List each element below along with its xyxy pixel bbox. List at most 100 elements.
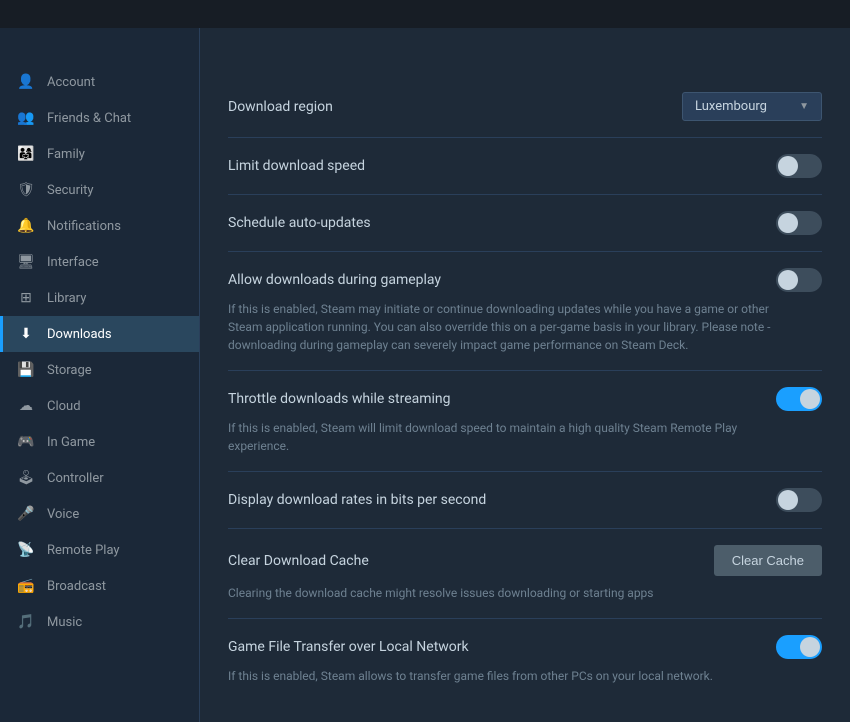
setting-row-schedule-auto-updates: Schedule auto-updates [228,195,822,252]
setting-description-throttle-downloads-while-streaming: If this is enabled, Steam will limit dow… [228,419,788,455]
toggle-limit-download-speed[interactable] [776,154,822,178]
sidebar-item-label-friends-chat: Friends & Chat [47,111,131,126]
setting-label-allow-downloads-during-gameplay: Allow downloads during gameplay [228,272,441,288]
title-bar [0,0,850,28]
storage-icon: 💾 [17,361,35,379]
sidebar-item-label-cloud: Cloud [47,399,81,414]
sidebar-item-remote-play[interactable]: 📡 Remote Play [0,532,199,568]
toggle-thumb-allow-downloads-during-gameplay [778,270,798,290]
minimize-button[interactable] [770,6,786,22]
music-icon: 🎵 [17,613,35,631]
interface-icon: 🖥 [17,253,35,271]
toggle-throttle-downloads-while-streaming[interactable] [776,387,822,411]
setting-main-download-region: Download region Luxembourg ▼ [228,92,822,121]
toggle-thumb-game-file-transfer [800,637,820,657]
toggle-schedule-auto-updates[interactable] [776,211,822,235]
setting-description-game-file-transfer: If this is enabled, Steam allows to tran… [228,667,788,685]
toggle-thumb-display-download-rates [778,490,798,510]
sidebar-item-label-broadcast: Broadcast [47,579,106,594]
broadcast-icon: 📻 [17,577,35,595]
setting-label-display-download-rates: Display download rates in bits per secon… [228,492,486,508]
sidebar-item-notifications[interactable]: 🔔 Notifications [0,208,199,244]
toggle-thumb-limit-download-speed [778,156,798,176]
sidebar-item-account[interactable]: 👤 Account [0,64,199,100]
sidebar-item-storage[interactable]: 💾 Storage [0,352,199,388]
dropdown-value-download-region: Luxembourg [695,99,767,114]
sidebar-items-container: 👤 Account 👥 Friends & Chat 👨‍👩‍👧 Family 🛡 Secur… [0,64,199,640]
setting-row-game-file-transfer: Game File Transfer over Local Network If … [228,619,822,701]
downloads-icon: ⬇ [17,325,35,343]
close-button[interactable] [826,6,842,22]
voice-icon: 🎤 [17,505,35,523]
setting-main-throttle-downloads-while-streaming: Throttle downloads while streaming [228,387,822,411]
content-area: Download region Luxembourg ▼ Limit download… [200,28,850,722]
sidebar-item-label-voice: Voice [47,507,79,522]
sidebar-item-family[interactable]: 👨‍👩‍👧 Family [0,136,199,172]
sidebar-title [0,38,199,64]
library-icon: ⊞ [17,289,35,307]
sidebar-item-voice[interactable]: 🎤 Voice [0,496,199,532]
setting-label-download-region: Download region [228,99,333,115]
sidebar-item-label-account: Account [47,75,95,90]
setting-row-download-region: Download region Luxembourg ▼ [228,76,822,138]
cloud-icon: ☁ [17,397,35,415]
toggle-thumb-throttle-downloads-while-streaming [800,389,820,409]
sidebar-item-label-storage: Storage [47,363,92,378]
sidebar-item-label-remote-play: Remote Play [47,543,120,558]
notifications-icon: 🔔 [17,217,35,235]
sidebar-item-label-controller: Controller [47,471,104,486]
setting-label-game-file-transfer: Game File Transfer over Local Network [228,639,469,655]
sidebar-item-cloud[interactable]: ☁ Cloud [0,388,199,424]
setting-description-allow-downloads-during-gameplay: If this is enabled, Steam may initiate o… [228,300,788,354]
toggle-game-file-transfer[interactable] [776,635,822,659]
sidebar-item-label-security: Security [47,183,94,198]
sidebar-item-interface[interactable]: 🖥 Interface [0,244,199,280]
setting-label-limit-download-speed: Limit download speed [228,158,365,174]
sidebar-item-label-library: Library [47,291,86,306]
toggle-thumb-schedule-auto-updates [778,213,798,233]
sidebar-item-label-in-game: In Game [47,435,95,450]
sidebar-item-in-game[interactable]: 🎮 In Game [0,424,199,460]
sidebar-item-label-notifications: Notifications [47,219,121,234]
main-layout: 👤 Account 👥 Friends & Chat 👨‍👩‍👧 Family 🛡 Secur… [0,28,850,722]
sidebar-item-label-family: Family [47,147,85,162]
toggle-display-download-rates[interactable] [776,488,822,512]
setting-label-throttle-downloads-while-streaming: Throttle downloads while streaming [228,391,451,407]
setting-label-clear-download-cache: Clear Download Cache [228,553,369,569]
setting-row-throttle-downloads-while-streaming: Throttle downloads while streaming If thi… [228,371,822,472]
account-icon: 👤 [17,73,35,91]
sidebar-item-label-downloads: Downloads [47,327,112,342]
in-game-icon: 🎮 [17,433,35,451]
setting-main-game-file-transfer: Game File Transfer over Local Network [228,635,822,659]
chevron-down-icon: ▼ [799,101,809,112]
setting-row-limit-download-speed: Limit download speed [228,138,822,195]
sidebar-item-controller[interactable]: 🕹Controller [0,460,199,496]
dropdown-download-region[interactable]: Luxembourg ▼ [682,92,822,121]
setting-label-schedule-auto-updates: Schedule auto-updates [228,215,371,231]
toggle-allow-downloads-during-gameplay[interactable] [776,268,822,292]
remote-play-icon: 📡 [17,541,35,559]
sidebar-item-label-music: Music [47,615,82,630]
setting-main-allow-downloads-during-gameplay: Allow downloads during gameplay [228,268,822,292]
sidebar-item-label-interface: Interface [47,255,99,270]
setting-description-clear-download-cache: Clearing the download cache might resolv… [228,584,788,602]
setting-row-allow-downloads-during-gameplay: Allow downloads during gameplay If this i… [228,252,822,371]
family-icon: 👨‍👩‍👧 [17,145,35,163]
sidebar-item-broadcast[interactable]: 📻 Broadcast [0,568,199,604]
sidebar-item-library[interactable]: ⊞ Library [0,280,199,316]
setting-main-limit-download-speed: Limit download speed [228,154,822,178]
setting-main-display-download-rates: Display download rates in bits per secon… [228,488,822,512]
sidebar-item-downloads[interactable]: ⬇ Downloads [0,316,199,352]
sidebar-item-security[interactable]: 🛡 Security [0,172,199,208]
friends-chat-icon: 👥 [17,109,35,127]
maximize-button[interactable] [798,6,814,22]
sidebar-item-friends-chat[interactable]: 👥 Friends & Chat [0,100,199,136]
sidebar: 👤 Account 👥 Friends & Chat 👨‍👩‍👧 Family 🛡 Secur… [0,28,200,722]
setting-main-schedule-auto-updates: Schedule auto-updates [228,211,822,235]
clear-cache-button[interactable]: Clear Cache [714,545,822,576]
setting-main-clear-download-cache: Clear Download Cache Clear Cache [228,545,822,576]
sidebar-item-music[interactable]: 🎵 Music [0,604,199,640]
setting-row-display-download-rates: Display download rates in bits per secon… [228,472,822,529]
settings-container: Download region Luxembourg ▼ Limit download… [228,76,822,701]
security-icon: 🛡 [17,181,35,199]
